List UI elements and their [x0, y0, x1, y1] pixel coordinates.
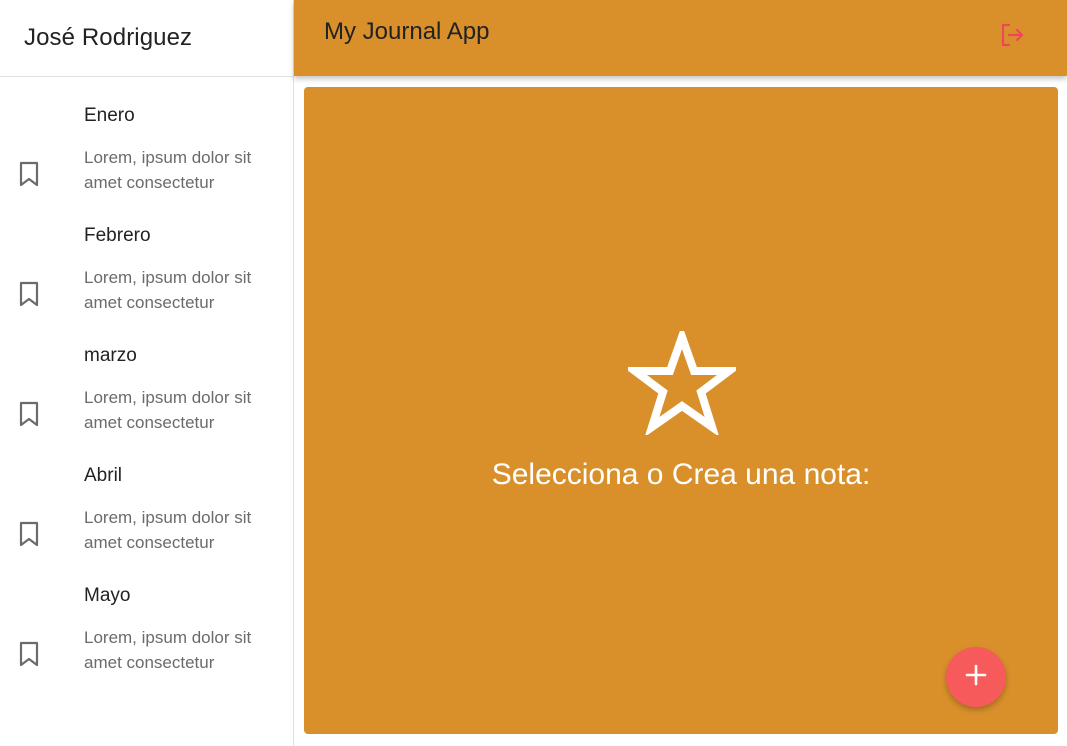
note-excerpt: Lorem, ipsum dolor sit amet consectetur	[84, 388, 252, 432]
app-title: My Journal App	[324, 18, 490, 45]
note-title: Enero	[84, 105, 135, 126]
note-list-item-mayo[interactable]: Mayo Lorem, ipsum dolor sit amet consect…	[0, 585, 293, 705]
logout-button[interactable]	[998, 22, 1028, 52]
note-list-item-marzo[interactable]: marzo Lorem, ipsum dolor sit amet consec…	[0, 345, 293, 465]
main-panel: Selecciona o Crea una nota:	[304, 87, 1058, 734]
sidebar: José Rodriguez Enero Lorem, ipsum dolor …	[0, 0, 294, 746]
note-excerpt: Lorem, ipsum dolor sit amet consectetur	[84, 628, 252, 672]
note-excerpt: Lorem, ipsum dolor sit amet consectetur	[84, 148, 252, 192]
note-title: Mayo	[84, 585, 131, 606]
bookmark-icon	[18, 641, 40, 667]
note-excerpt: Lorem, ipsum dolor sit amet consectetur	[84, 268, 252, 312]
note-list-item-abril[interactable]: Abril Lorem, ipsum dolor sit amet consec…	[0, 465, 293, 585]
journal-app: José Rodriguez Enero Lorem, ipsum dolor …	[0, 0, 1067, 746]
logout-icon	[1000, 23, 1026, 52]
add-note-button[interactable]	[946, 647, 1006, 707]
note-title: Febrero	[84, 225, 151, 246]
bookmark-icon	[18, 161, 40, 187]
note-excerpt: Lorem, ipsum dolor sit amet consectetur	[84, 508, 252, 552]
star-outline-icon	[623, 324, 741, 438]
note-list-item-febrero[interactable]: Febrero Lorem, ipsum dolor sit amet cons…	[0, 225, 293, 345]
user-name: José Rodriguez	[24, 24, 193, 51]
note-title: marzo	[84, 345, 137, 366]
plus-icon	[965, 664, 987, 691]
empty-state-message: Selecciona o Crea una nota:	[491, 458, 871, 491]
bookmark-icon	[18, 281, 40, 307]
bookmark-icon	[18, 521, 40, 547]
note-list-item-enero[interactable]: Enero Lorem, ipsum dolor sit amet consec…	[0, 105, 293, 225]
bookmark-icon	[18, 401, 40, 427]
top-app-bar: My Journal App	[294, 0, 1067, 76]
empty-state: Selecciona o Crea una nota:	[304, 87, 1058, 734]
note-list: Enero Lorem, ipsum dolor sit amet consec…	[0, 105, 293, 705]
note-title: Abril	[84, 465, 123, 486]
sidebar-header: José Rodriguez	[0, 0, 293, 77]
